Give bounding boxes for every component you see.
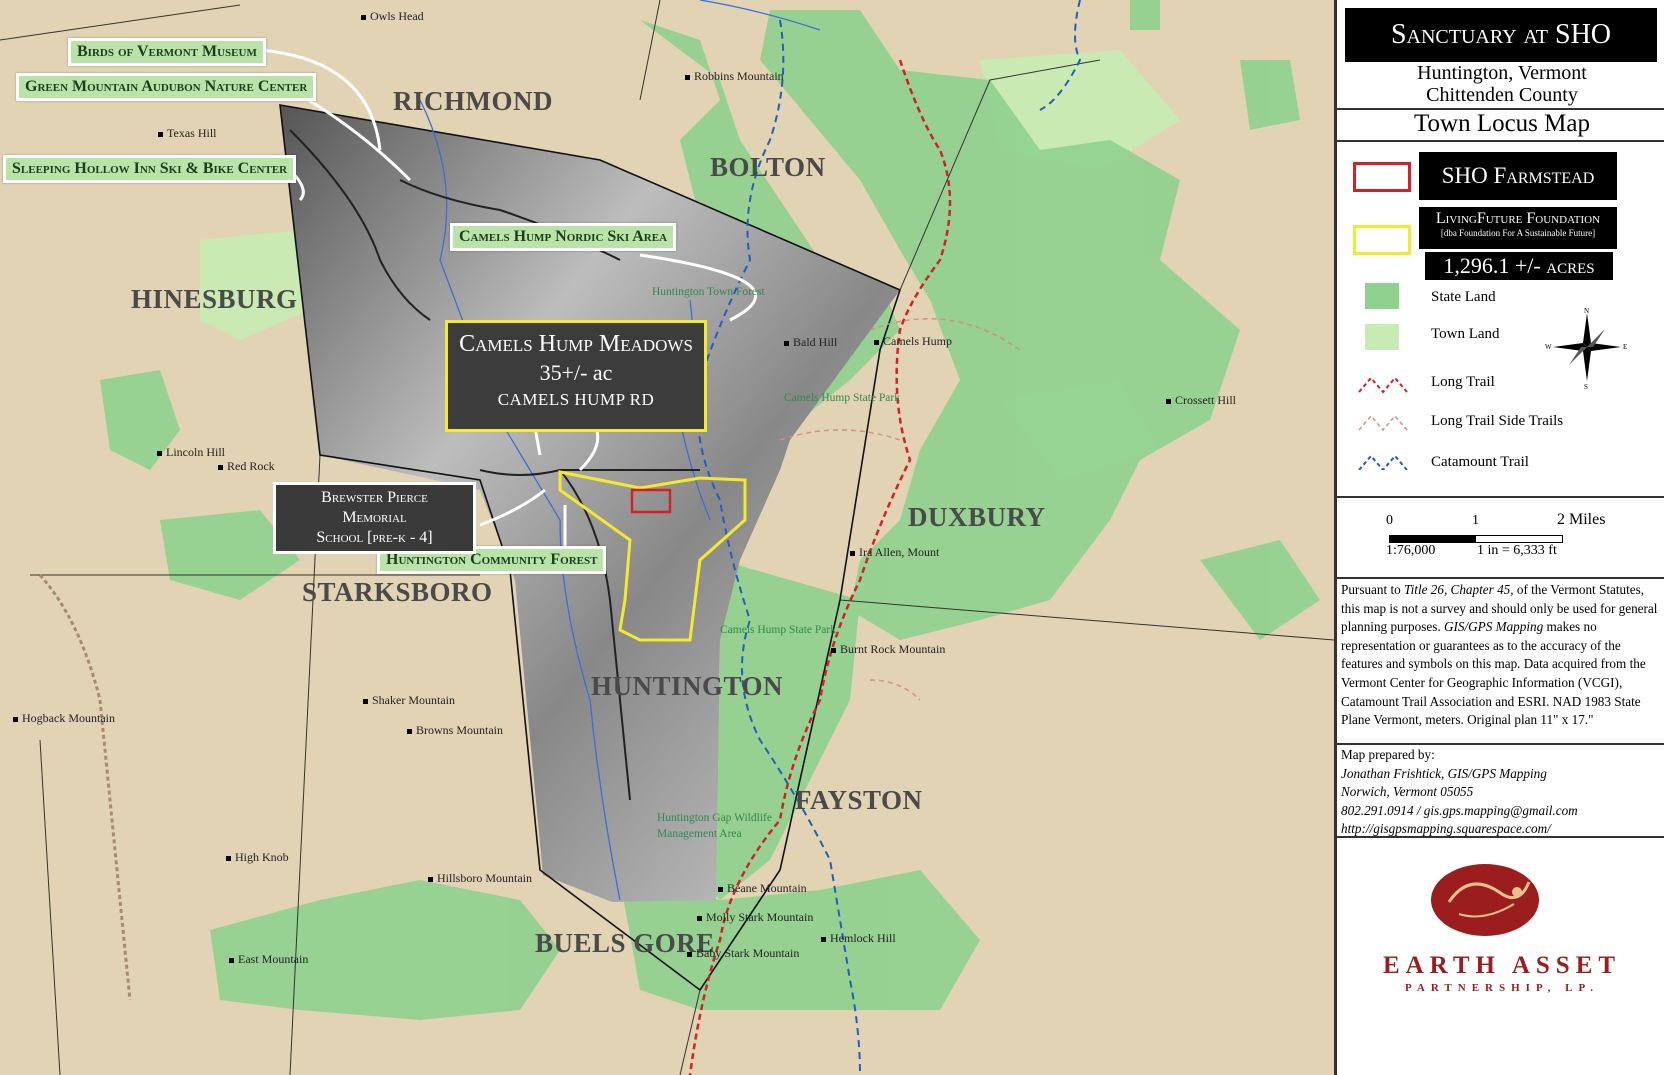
livingfuture-label: LivingFuture Foundation <box>1435 210 1601 227</box>
callout-school[interactable]: Brewster Pierce Memorial School [pre-k -… <box>273 482 476 554</box>
scale-bar <box>1389 535 1563 543</box>
label-wildlife-1: Huntington Gap Wildlife <box>657 812 772 824</box>
side-trails-label: Long Trail Side Trails <box>1431 413 1564 429</box>
callout-audubon[interactable]: Green Mountain Audubon Nature Center <box>16 73 317 101</box>
scale-tick-2: 2 Miles <box>1557 511 1606 528</box>
state-land-swatch <box>1365 283 1399 309</box>
compass-rose-icon: N S W E <box>1545 307 1627 389</box>
peak-robbins: Robbins Mountain <box>685 69 784 83</box>
trail-swatches <box>1358 376 1408 470</box>
label-state-park-1: Camels Hump State Park <box>784 392 900 404</box>
peak-shaker: Shaker Mountain <box>363 693 455 707</box>
svg-text:W: W <box>1545 343 1552 351</box>
peak-texas: Texas Hill <box>157 126 217 140</box>
disclaimer-text: Pursuant to Title 26, Chapter 45, of the… <box>1341 582 1658 728</box>
town-richmond: RICHMOND <box>393 86 553 116</box>
school-line1: Brewster Pierce Memorial <box>321 489 428 526</box>
scale-tick-1: 1 <box>1472 513 1479 528</box>
map-type: Town Locus Map <box>1413 110 1590 137</box>
long-trail-label: Long Trail <box>1431 374 1495 390</box>
location-line1: Huntington, Vermont <box>1417 62 1587 84</box>
logo-subtitle: PARTNERSHIP, LP. <box>1405 982 1599 994</box>
peak-crossett: Crossett Hill <box>1165 393 1237 407</box>
earth-asset-logo-icon <box>1431 864 1539 936</box>
callout-sleeping-hollow[interactable]: Sleeping Hollow Inn Ski & Bike Center <box>3 155 297 183</box>
town-fayston: FAYSTON <box>795 785 923 815</box>
peak-burnt-rock: Burnt Rock Mountain <box>830 642 946 656</box>
peak-ira-allen: Ira Allen, Mount <box>849 545 940 559</box>
peak-hogback: Hogback Mountain <box>13 711 115 725</box>
peak-lincoln: Lincoln Hill <box>157 445 225 459</box>
svg-text:E: E <box>1623 343 1627 351</box>
prepared-by: Map prepared by: Jonathan Frishtick, GIS… <box>1341 747 1578 837</box>
town-bolton: BOLTON <box>710 152 826 182</box>
livingfuture-swatch <box>1353 225 1411 255</box>
location-line2: Chittenden County <box>1426 84 1578 106</box>
meadows-name: Camels Hump Meadows <box>459 331 693 357</box>
svg-text:S: S <box>1584 383 1588 389</box>
peak-browns: Browns Mountain <box>407 723 503 737</box>
state-land-label: State Land <box>1431 289 1496 305</box>
peak-hemlock: Hemlock Hill <box>821 931 896 945</box>
sho-farmstead-label: SHO Farmstead <box>1419 152 1617 200</box>
callout-birds-museum[interactable]: Birds of Vermont Museum <box>68 38 266 66</box>
town-duxbury: DUXBURY <box>908 502 1046 532</box>
map-title: Sanctuary at SHO <box>1345 8 1657 62</box>
livingfuture-dba: [dba Foundation For A Sustainable Future… <box>1440 228 1596 238</box>
meadows-acres: 35+/- ac <box>539 360 613 385</box>
callout-camels-hump-meadows[interactable]: Camels Hump Meadows 35+/- ac CAMELS HUMP… <box>445 320 707 432</box>
peak-baby-stark: Baby Stark Mountain <box>686 946 800 960</box>
divider <box>1337 140 1664 142</box>
school-line2: School [pre-k - 4] <box>316 529 433 546</box>
livingfuture-label-box: LivingFuture Foundation [dba Foundation … <box>1419 207 1617 249</box>
peak-owls-head: Owls Head <box>361 9 424 23</box>
peak-bald: Bald Hill <box>783 335 838 349</box>
meadows-road: CAMELS HUMP RD <box>497 390 655 409</box>
divider <box>1337 836 1664 838</box>
peak-camels: Camels Hump <box>874 334 952 348</box>
label-town-forest: Huntington Town Forest <box>652 286 765 298</box>
map-canvas[interactable]: RICHMOND BOLTON HINESBURG DUXBURY STARKS… <box>0 0 1334 1075</box>
scale-inch: 1 in = 6,333 ft <box>1477 543 1557 558</box>
label-state-park-2: Camels Hump State Park <box>720 624 836 636</box>
legend-panel: Sanctuary at SHO Huntington, Vermont Chi… <box>1334 0 1664 1075</box>
sho-farmstead-swatch <box>1353 162 1411 192</box>
peak-high-knob: High Knob <box>226 850 289 864</box>
town-starksboro: STARKSBORO <box>302 577 493 607</box>
peak-beane: Beane Mountain <box>718 881 807 895</box>
town-land-label: Town Land <box>1431 326 1500 342</box>
scale-tick-0: 0 <box>1386 513 1393 528</box>
town-huntington: HUNTINGTON <box>591 671 784 701</box>
town-land-swatch <box>1365 324 1399 350</box>
logo-name: EARTH ASSET <box>1382 952 1622 979</box>
scale-ratio: 1:76,000 <box>1386 543 1436 558</box>
divider <box>1337 743 1664 745</box>
divider <box>1337 577 1664 579</box>
peak-red-rock: Red Rock <box>218 459 275 473</box>
livingfuture-acres: 1,296.1 +/- acres <box>1425 252 1613 280</box>
label-wildlife-2: Management Area <box>657 828 742 840</box>
catamount-label: Catamount Trail <box>1431 454 1529 470</box>
svg-text:N: N <box>1584 307 1589 315</box>
peak-hillsboro: Hillsboro Mountain <box>428 871 532 885</box>
divider <box>1337 496 1664 498</box>
town-hinesburg: HINESBURG <box>131 284 298 314</box>
peak-molly: Molly Stark Mountain <box>696 910 814 924</box>
peak-east: East Mountain <box>228 952 309 966</box>
callout-nordic-ski[interactable]: Camels Hump Nordic Ski Area <box>450 223 677 251</box>
